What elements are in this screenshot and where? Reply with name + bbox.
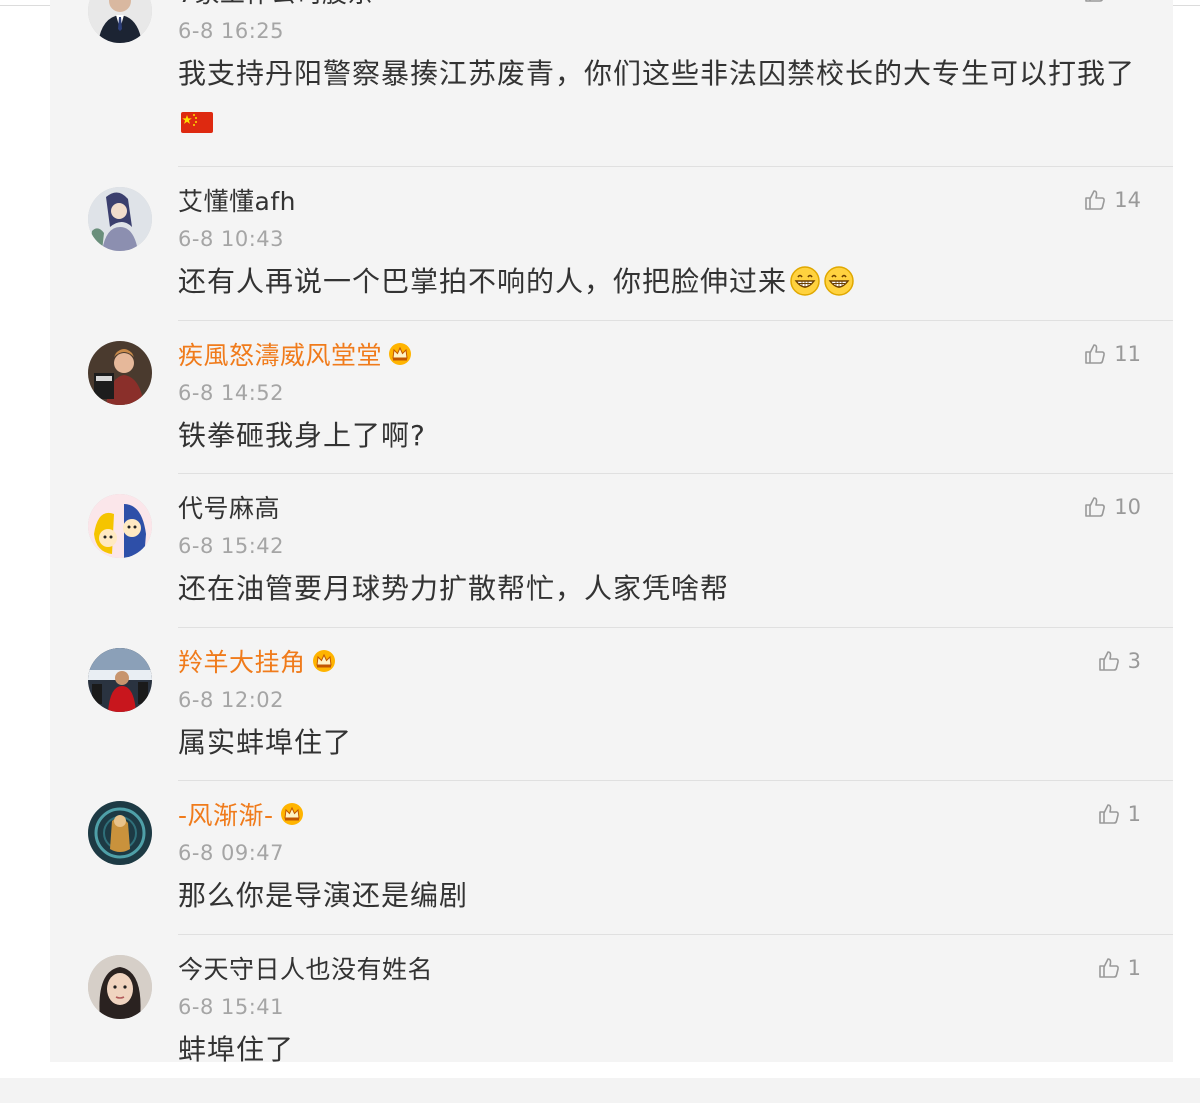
bottom-bar [0, 1078, 1200, 1103]
like-button[interactable]: 28 [1083, 0, 1141, 4]
like-count: 11 [1114, 342, 1141, 366]
thumbs-up-icon [1085, 344, 1106, 364]
comment-text: 还有人再说一个巴掌拍不响的人，你把脸伸过来 [178, 259, 1148, 310]
like-count: 1 [1127, 802, 1141, 826]
comment-text-content: 那么你是导演还是编剧 [178, 879, 469, 912]
like-button[interactable]: 1 [1097, 956, 1141, 980]
comment-text-content: 属实蚌埠住了 [178, 726, 353, 759]
comment-username[interactable]: 艾懂懂afh [178, 182, 296, 218]
comment-timestamp: 6-8 15:42 [178, 534, 284, 558]
avatar[interactable] [88, 494, 152, 558]
avatar[interactable] [88, 955, 152, 1019]
comment-timestamp: 6-8 09:47 [178, 841, 284, 865]
like-count: 28 [1114, 0, 1141, 4]
comment-text: 那么你是导演还是编剧 [178, 873, 1148, 918]
comment-username[interactable]: 羚羊大挂角 [178, 643, 306, 679]
comment-text: 蚌埠住了 [178, 1027, 1148, 1062]
like-count: 1 [1127, 956, 1141, 980]
comment-item: 今天守日人也没有姓名 6-8 15:41 蚌埠住了 1 [50, 934, 1173, 1062]
grin-emoji-icon [823, 265, 855, 310]
like-button[interactable]: 10 [1083, 495, 1141, 519]
comment-username[interactable]: 疾風怒濤威风堂堂 [178, 336, 382, 372]
comment-divider [178, 320, 1173, 321]
comment-timestamp: 6-8 12:02 [178, 688, 284, 712]
comment-username-row: 代号麻高 [178, 490, 280, 524]
comment-item: 代号麻高 6-8 15:42 还在油管要月球势力扩散帮忙，人家凭啥帮 10 [50, 473, 1173, 627]
comment-text-content: 蚌埠住了 [178, 1033, 295, 1062]
like-count: 3 [1127, 649, 1141, 673]
avatar[interactable] [88, 187, 152, 251]
comment-timestamp: 6-8 15:41 [178, 995, 284, 1019]
comment-divider [178, 780, 1173, 781]
avatar[interactable] [88, 0, 152, 43]
comment-text-content: 还在油管要月球势力扩散帮忙，人家凭啥帮 [178, 572, 730, 605]
vip-crown-icon [312, 650, 335, 672]
comment-divider [178, 166, 1173, 167]
comment-text: 还在油管要月球势力扩散帮忙，人家凭啥帮 [178, 566, 1148, 611]
comment-username[interactable]: 代号麻高 [178, 489, 280, 525]
comment-list: 7家工作公司股东 6-8 16:25 我支持丹阳警察暴揍江苏废青，你们这些非法囚… [50, 0, 1173, 1062]
comment-text-content: 铁拳砸我身上了啊? [178, 419, 426, 452]
comment-item: 7家工作公司股东 6-8 16:25 我支持丹阳警察暴揍江苏废青，你们这些非法囚… [50, 0, 1173, 133]
thumbs-up-icon [1085, 0, 1104, 2]
vip-crown-icon [389, 343, 412, 365]
comment-divider [178, 473, 1173, 474]
china-flag-icon [180, 102, 214, 147]
comment-item: 羚羊大挂角 6-8 12:02 属实蚌埠住了 3 [50, 627, 1173, 781]
comment-divider [178, 934, 1173, 935]
comment-timestamp: 6-8 14:52 [178, 381, 284, 405]
thumbs-up-icon [1098, 958, 1119, 978]
comment-item: 疾風怒濤威风堂堂 6-8 14:52 铁拳砸我身上了啊? 11 [50, 320, 1173, 474]
vip-crown-icon [280, 803, 303, 825]
comment-timestamp: 6-8 16:25 [178, 19, 284, 43]
comment-timestamp: 6-8 10:43 [178, 227, 284, 251]
like-button[interactable]: 11 [1083, 342, 1141, 366]
comment-text: 我支持丹阳警察暴揍江苏废青，你们这些非法囚禁校长的大专生可以打我了 [178, 51, 1148, 147]
comment-text-content: 还有人再说一个巴掌拍不响的人，你把脸伸过来 [178, 265, 788, 298]
thumbs-up-icon [1085, 497, 1106, 517]
like-button[interactable]: 3 [1097, 649, 1141, 673]
comment-username-row: 羚羊大挂角 [178, 644, 336, 678]
comment-username-row: 今天守日人也没有姓名 [178, 951, 433, 985]
thumbs-up-icon [1098, 651, 1119, 671]
thumbs-up-icon [1085, 190, 1106, 210]
comment-username-row: 7家工作公司股东 [178, 0, 373, 9]
comment-username-row: 疾風怒濤威风堂堂 [178, 337, 412, 371]
comment-item: 艾懂懂afh 6-8 10:43 还有人再说一个巴掌拍不响的人，你把脸伸过来 1… [50, 166, 1173, 320]
like-count: 14 [1114, 188, 1141, 212]
comment-username-row: 艾懂懂afh [178, 183, 296, 217]
avatar[interactable] [88, 648, 152, 712]
comment-text: 铁拳砸我身上了啊? [178, 413, 1148, 458]
avatar[interactable] [88, 341, 152, 405]
comment-username[interactable]: 7家工作公司股东 [178, 0, 373, 10]
like-button[interactable]: 1 [1097, 802, 1141, 826]
like-button[interactable]: 14 [1083, 188, 1141, 212]
grin-emoji-icon [789, 265, 821, 310]
avatar[interactable] [88, 801, 152, 865]
thumbs-up-icon [1098, 804, 1119, 824]
comment-divider [178, 627, 1173, 628]
comment-username[interactable]: 今天守日人也没有姓名 [178, 950, 433, 986]
comment-text-content: 我支持丹阳警察暴揍江苏废青，你们这些非法囚禁校长的大专生可以打我了 [178, 57, 1136, 90]
comment-username-row: -风渐渐- [178, 797, 304, 831]
comment-text: 属实蚌埠住了 [178, 720, 1148, 765]
comment-username[interactable]: -风渐渐- [178, 796, 274, 832]
like-count: 10 [1114, 495, 1141, 519]
comment-item: -风渐渐- 6-8 09:47 那么你是导演还是编剧 1 [50, 780, 1173, 934]
